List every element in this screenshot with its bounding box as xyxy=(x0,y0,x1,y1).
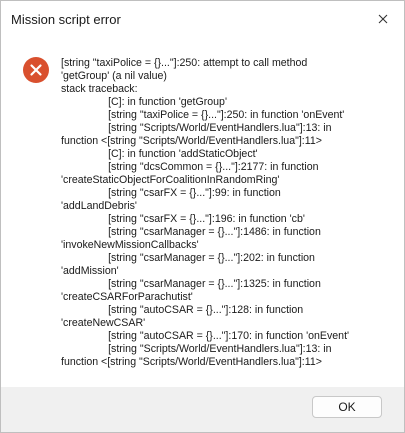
message-line: 'createCSARForParachutist' xyxy=(61,291,193,303)
message-line: 'createStaticObjectForCoalitionInRandomR… xyxy=(61,174,280,186)
dialog-content: [string "taxiPolice = {}..."]:250: attem… xyxy=(1,37,404,387)
ok-button[interactable]: OK xyxy=(312,396,382,418)
message-line: [string "taxiPolice = {}..."]:250: in fu… xyxy=(61,109,345,121)
message-line: [C]: in function 'addStaticObject' xyxy=(61,148,258,160)
message-line: 'createNewCSAR' xyxy=(61,317,146,329)
error-message: [string "taxiPolice = {}..."]:250: attem… xyxy=(61,57,386,369)
message-line: [string "csarManager = {}..."]:1486: in … xyxy=(61,226,321,238)
message-line: 'invokeNewMissionCallbacks' xyxy=(61,239,199,251)
message-line: [string "autoCSAR = {}..."]:128: in func… xyxy=(61,304,304,316)
error-icon xyxy=(23,57,49,83)
title-bar: Mission script error xyxy=(1,1,404,37)
message-line: [string "csarManager = {}..."]:202: in f… xyxy=(61,252,315,264)
message-line: [string "csarFX = {}..."]:99: in functio… xyxy=(61,187,281,199)
message-line: 'getGroup' (a nil value) xyxy=(61,70,167,82)
message-line: [string "csarFX = {}..."]:196: in functi… xyxy=(61,213,305,225)
message-line: [string "taxiPolice = {}..."]:250: attem… xyxy=(61,57,308,69)
message-line: function <[string "Scripts/World/EventHa… xyxy=(61,135,322,147)
error-dialog: Mission script error [string "taxiPolice… xyxy=(0,0,405,433)
message-line: stack traceback: xyxy=(61,83,138,95)
message-line: [string "autoCSAR = {}..."]:170: in func… xyxy=(61,330,350,342)
button-bar: OK xyxy=(1,387,404,432)
message-line: [string "Scripts/World/EventHandlers.lua… xyxy=(61,122,332,134)
message-line: 'addMission' xyxy=(61,265,119,277)
message-line: 'addLandDebris' xyxy=(61,200,137,212)
message-line: [C]: in function 'getGroup' xyxy=(61,96,227,108)
window-title: Mission script error xyxy=(11,11,121,27)
close-icon[interactable] xyxy=(372,9,394,29)
message-line: [string "dcsCommon = {}..."]:2177: in fu… xyxy=(61,161,319,173)
message-line: [string "Scripts/World/EventHandlers.lua… xyxy=(61,343,332,355)
message-line: [string "csarManager = {}..."]:1325: in … xyxy=(61,278,321,290)
message-line: function <[string "Scripts/World/EventHa… xyxy=(61,356,322,368)
